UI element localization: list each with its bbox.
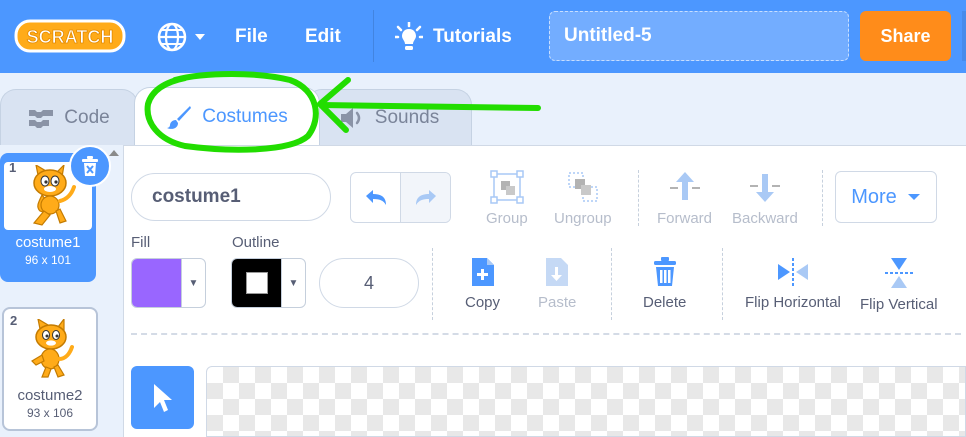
globe-icon xyxy=(157,22,187,51)
costume-name: costume2 xyxy=(17,387,83,404)
tutorials-menu[interactable]: Tutorials xyxy=(395,0,512,73)
flip-vertical-label: Flip Vertical xyxy=(860,296,938,313)
tab-code-label: Code xyxy=(64,106,110,128)
undo-icon xyxy=(365,189,386,205)
redo-icon xyxy=(415,189,436,205)
caret-down-icon: ▼ xyxy=(281,259,305,307)
copy-icon xyxy=(471,258,494,286)
code-blocks-icon xyxy=(29,109,54,128)
paste-icon xyxy=(546,258,569,286)
flip-vertical-button[interactable]: Flip Vertical xyxy=(860,256,938,313)
ungroup-icon xyxy=(568,172,598,202)
ungroup-label: Ungroup xyxy=(554,210,612,227)
outline-inner-square xyxy=(245,272,268,294)
ungroup-button[interactable]: Ungroup xyxy=(554,170,612,227)
menubar-overflow-edge xyxy=(962,11,966,61)
costume-name-input[interactable] xyxy=(131,173,331,221)
speaker-icon xyxy=(340,107,361,128)
cat-sprite-icon xyxy=(31,319,74,378)
costume-number: 2 xyxy=(10,313,18,328)
file-menu[interactable]: File xyxy=(235,0,268,73)
trash-icon xyxy=(653,257,676,286)
paste-label: Paste xyxy=(538,294,577,311)
scratch-logo[interactable]: SCRATCH xyxy=(14,17,126,55)
backward-arrow-icon xyxy=(749,174,780,202)
paint-canvas[interactable] xyxy=(206,366,966,437)
group-button[interactable]: Group xyxy=(486,170,528,227)
delete-costume-button[interactable] xyxy=(69,145,111,187)
toolbar-bottom-divider xyxy=(131,333,961,335)
share-button[interactable]: Share xyxy=(860,11,951,61)
tab-code[interactable]: Code xyxy=(0,89,138,145)
outline-width-input[interactable] xyxy=(319,258,419,308)
trash-icon xyxy=(82,156,98,176)
edit-menu[interactable]: Edit xyxy=(305,0,341,73)
costume-item-2[interactable]: 2 costume2 93 x 106 xyxy=(2,307,98,431)
backward-label: Backward xyxy=(732,210,798,227)
toolbar-separator xyxy=(722,248,723,320)
flip-horizontal-button[interactable]: Flip Horizontal xyxy=(745,256,841,311)
lightbulb-icon xyxy=(395,21,423,50)
scroll-up-arrow[interactable] xyxy=(109,150,119,156)
costume-thumbnail xyxy=(6,315,94,383)
copy-button[interactable]: Copy xyxy=(465,256,500,311)
tab-sounds-label: Sounds xyxy=(374,106,440,128)
outline-color-swatch xyxy=(232,259,281,307)
brush-icon xyxy=(167,105,192,129)
outline-label: Outline xyxy=(232,234,280,251)
more-label: More xyxy=(851,185,897,208)
forward-arrow-icon xyxy=(669,172,700,200)
undo-redo-group xyxy=(350,172,451,223)
forward-button[interactable]: Forward xyxy=(657,170,712,227)
toolbar-separator xyxy=(822,170,823,226)
select-tool-button[interactable] xyxy=(131,366,194,429)
language-menu[interactable] xyxy=(156,0,207,73)
caret-down-icon: ▼ xyxy=(181,259,205,307)
project-title-input[interactable] xyxy=(549,11,849,61)
caret-down-icon xyxy=(195,33,205,40)
undo-button[interactable] xyxy=(351,173,401,222)
flip-vertical-icon xyxy=(884,258,913,288)
tab-costumes-label: Costumes xyxy=(202,105,288,127)
arrow-cursor-icon xyxy=(153,383,172,412)
menu-bar: SCRATCH File Edit Tutorials Share xyxy=(0,0,966,73)
costume-size: 96 x 101 xyxy=(24,253,72,267)
toolbar-separator xyxy=(611,248,612,320)
fill-color-swatch xyxy=(132,259,181,307)
svg-text:SCRATCH: SCRATCH xyxy=(27,27,114,47)
costume-name: costume1 xyxy=(15,234,81,251)
copy-label: Copy xyxy=(465,294,501,311)
tab-sounds[interactable]: Sounds xyxy=(306,89,472,145)
flip-horizontal-label: Flip Horizontal xyxy=(745,294,841,311)
outline-color-picker[interactable]: ▼ xyxy=(231,258,306,308)
delete-button[interactable]: Delete xyxy=(643,256,686,311)
more-menu-button[interactable]: More xyxy=(835,171,937,223)
group-icon xyxy=(490,170,524,204)
forward-label: Forward xyxy=(657,210,713,227)
fill-label: Fill xyxy=(131,234,151,251)
backward-button[interactable]: Backward xyxy=(732,170,798,227)
fill-color-picker[interactable]: ▼ xyxy=(131,258,206,308)
flip-horizontal-icon xyxy=(777,258,808,286)
delete-label: Delete xyxy=(643,294,687,311)
tab-costumes[interactable]: Costumes xyxy=(134,87,320,145)
group-label: Group xyxy=(486,210,528,227)
caret-down-icon xyxy=(907,194,920,200)
costume-number: 1 xyxy=(9,160,17,175)
tutorials-label: Tutorials xyxy=(433,25,512,47)
toolbar-separator xyxy=(432,248,433,320)
cat-sprite-icon xyxy=(32,165,76,226)
paste-button[interactable]: Paste xyxy=(538,256,576,311)
toolbar-separator xyxy=(638,170,639,226)
costume-size: 93 x 106 xyxy=(26,406,74,420)
redo-button[interactable] xyxy=(401,173,450,222)
menu-divider xyxy=(373,10,374,62)
